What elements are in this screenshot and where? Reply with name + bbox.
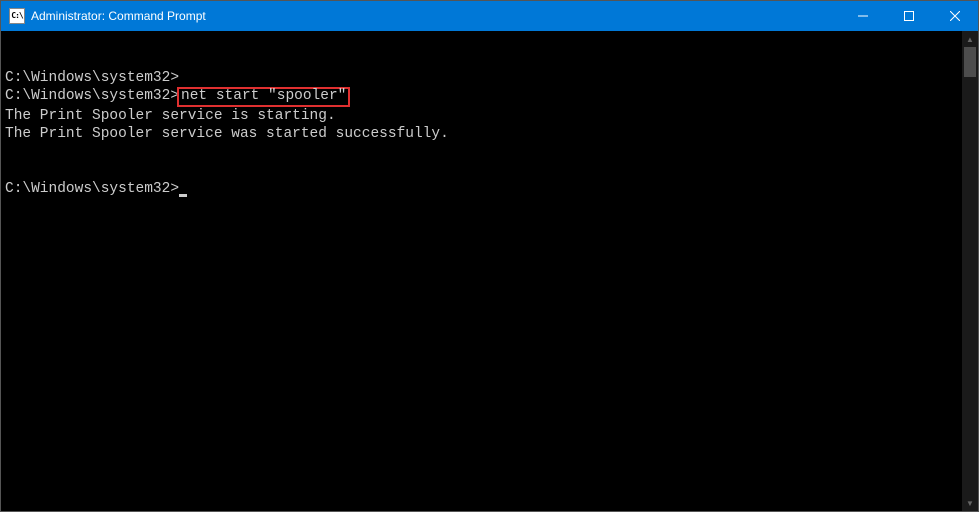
window-controls [840,1,978,31]
minimize-icon [858,11,868,21]
maximize-button[interactable] [886,1,932,31]
cmd-icon: C:\ [9,8,25,24]
highlighted-command: net start "spooler" [177,87,350,107]
maximize-icon [904,11,914,21]
command-prompt-window: C:\ Administrator: Command Prompt [0,0,979,512]
output-line: The Print Spooler service is starting. [5,107,974,125]
terminal-line [5,144,974,162]
prompt: C:\Windows\system32> [5,88,179,104]
cursor [179,194,187,197]
close-icon [950,11,960,21]
scroll-down-arrow[interactable]: ▼ [962,495,978,511]
scrollbar[interactable]: ▲ ▼ [962,31,978,511]
terminal-line: C:\Windows\system32>net start "spooler" [5,87,974,107]
terminal-content: C:\Windows\system32>C:\Windows\system32>… [5,69,974,198]
titlebar[interactable]: C:\ Administrator: Command Prompt [1,1,978,31]
scrollbar-thumb[interactable] [964,47,976,77]
cmd-icon-label: C:\ [11,12,22,20]
terminal-line [5,162,974,180]
terminal-line: C:\Windows\system32> [5,180,974,198]
prompt: C:\Windows\system32> [5,181,179,197]
scroll-up-arrow[interactable]: ▲ [962,31,978,47]
output-line: The Print Spooler service was started su… [5,125,974,143]
scrollbar-track[interactable] [962,47,978,495]
prompt: C:\Windows\system32> [5,70,179,86]
terminal-area[interactable]: C:\Windows\system32>C:\Windows\system32>… [1,31,978,511]
terminal-line: C:\Windows\system32> [5,69,974,87]
minimize-button[interactable] [840,1,886,31]
close-button[interactable] [932,1,978,31]
window-title: Administrator: Command Prompt [31,9,206,23]
